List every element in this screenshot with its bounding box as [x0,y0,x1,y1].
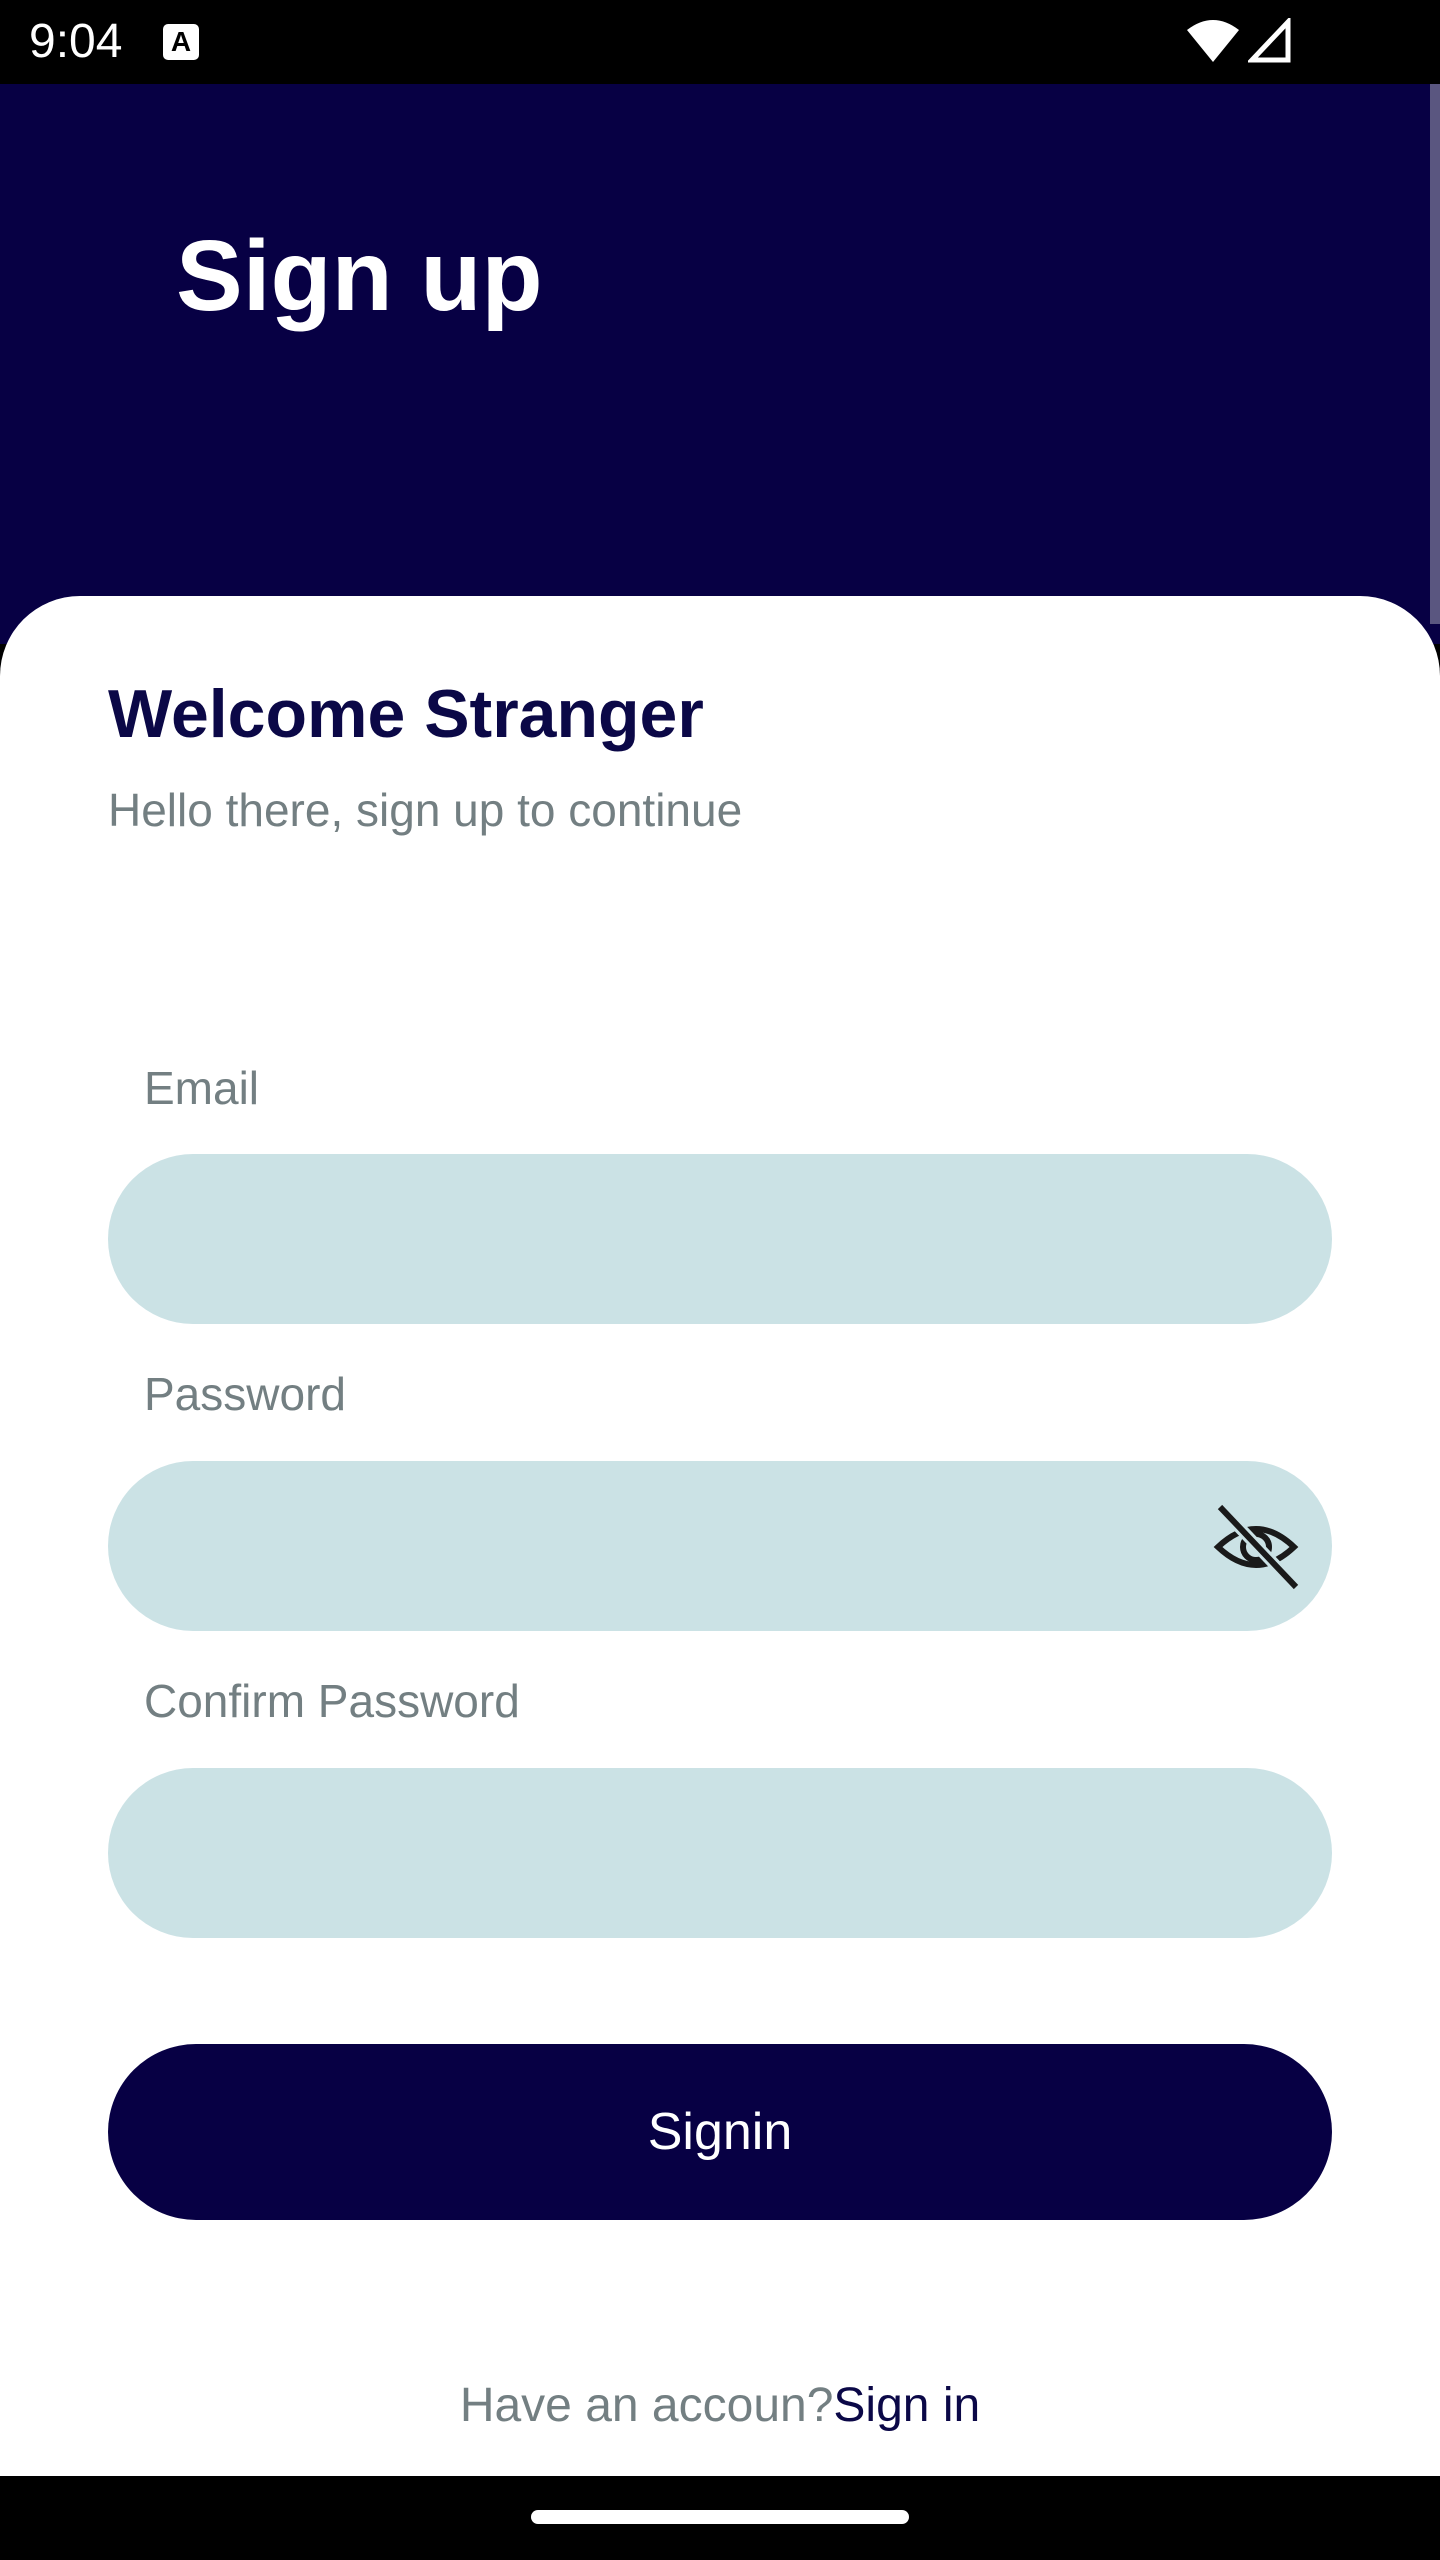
password-label: Password [144,1368,346,1420]
welcome-title: Welcome Stranger [108,676,704,752]
welcome-subtitle: Hello there, sign up to continue [108,784,743,836]
status-time: 9:04 [29,15,123,68]
status-bar: 9:04 A [0,0,1440,84]
sign-in-link[interactable]: Sign in [833,2379,980,2432]
signin-button[interactable]: Signin [108,2044,1332,2220]
account-prompt: Have an accoun? [459,2379,834,2432]
a-notification-icon: A [163,24,199,60]
password-field[interactable] [108,1461,1332,1631]
page-title: Sign up [176,220,543,332]
confirm-password-field[interactable] [108,1768,1332,1938]
header [0,84,1440,644]
confirm-password-label: Confirm Password [144,1675,520,1727]
email-label: Email [144,1062,260,1114]
home-handle[interactable] [531,2510,909,2524]
account-row: Have an accoun?Sign in [0,2376,1440,2436]
cell-signal-icon [1248,18,1291,63]
eye-off-icon[interactable] [1210,1501,1302,1593]
email-field[interactable] [108,1154,1332,1324]
scroll-indicator [1430,84,1440,624]
wifi-icon [1187,20,1239,62]
password-field-wrapper [108,1461,1332,1631]
